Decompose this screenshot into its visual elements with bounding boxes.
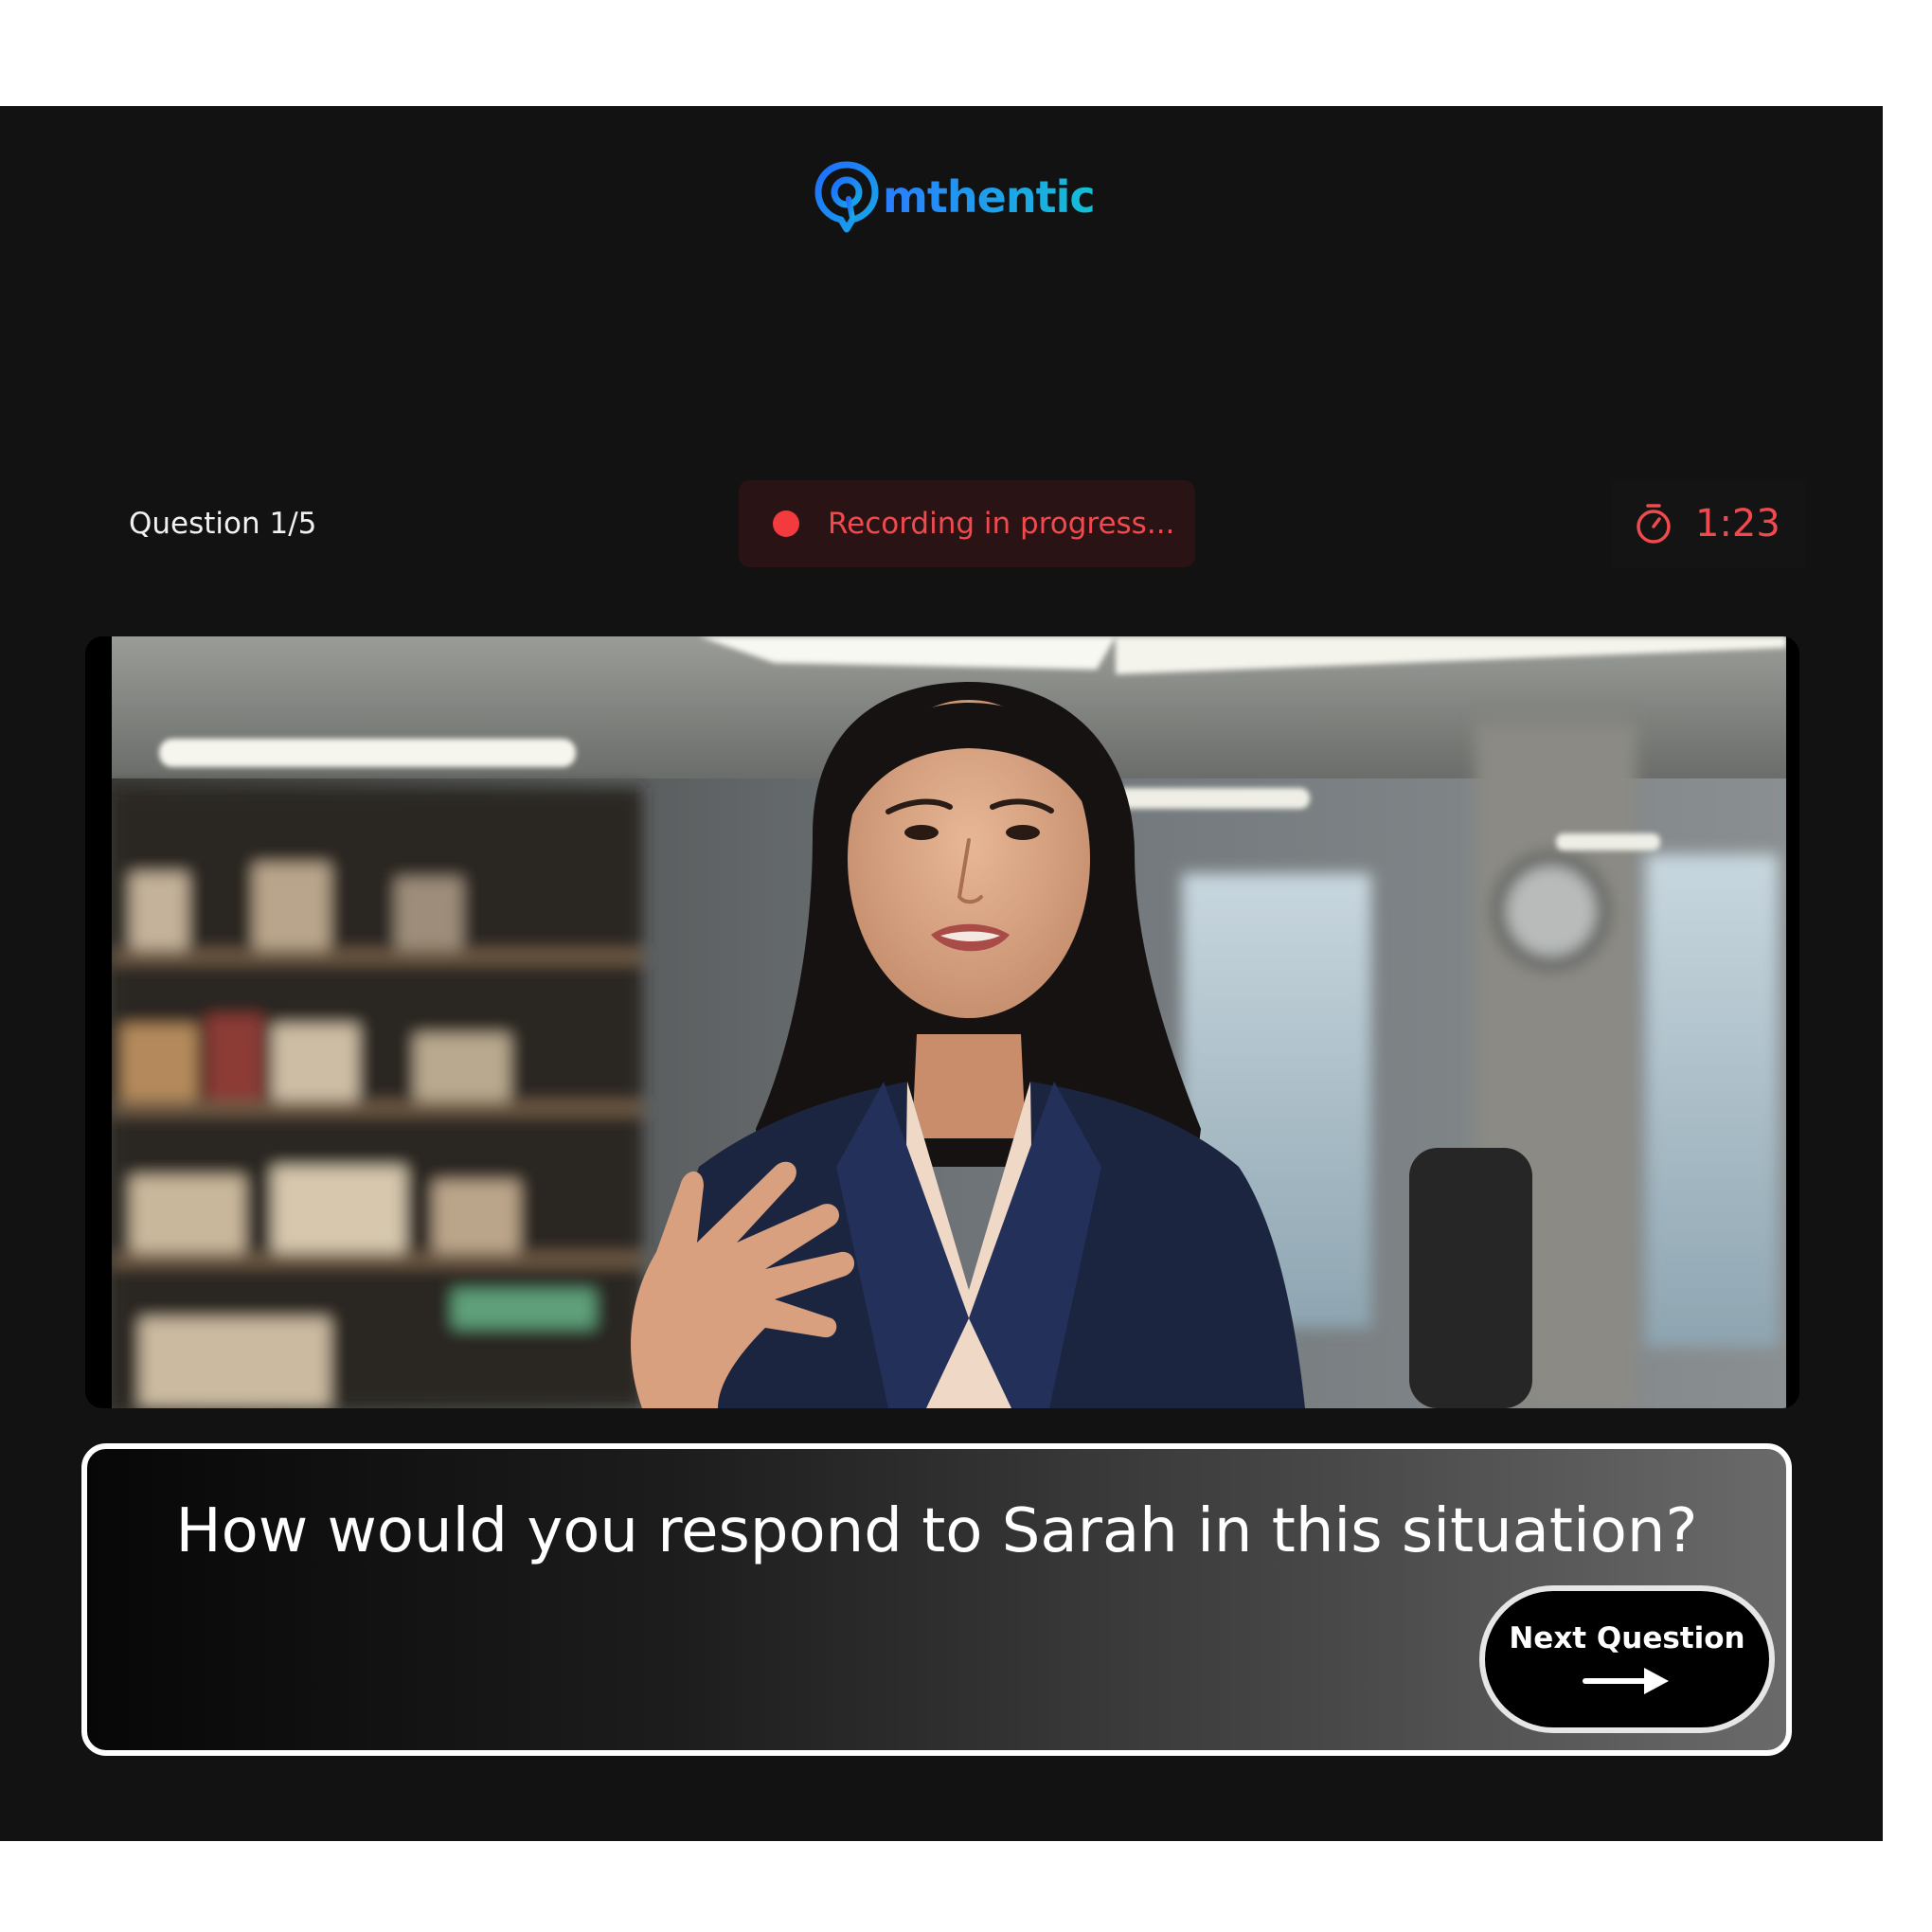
page-canvas: mthentic Question 1/5 Recording in progr… bbox=[0, 0, 1932, 1932]
question-prompt: How would you respond to Sarah in this s… bbox=[175, 1496, 1698, 1566]
next-question-button[interactable]: Next Question bbox=[1479, 1585, 1775, 1733]
video-player[interactable] bbox=[85, 636, 1799, 1408]
countdown-timer: 1:23 bbox=[1612, 480, 1805, 567]
question-card: How would you respond to Sarah in this s… bbox=[81, 1443, 1792, 1756]
recording-indicator: Recording in progress... bbox=[739, 480, 1195, 567]
question-counter: Question 1/5 bbox=[129, 507, 317, 541]
brand-logo: mthentic bbox=[814, 161, 1096, 233]
timer-value: 1:23 bbox=[1695, 502, 1780, 546]
brand-name: mthentic bbox=[883, 171, 1096, 223]
location-pin-logo-icon bbox=[814, 161, 879, 233]
interview-app: mthentic Question 1/5 Recording in progr… bbox=[0, 106, 1883, 1841]
recording-dot-icon bbox=[773, 510, 799, 537]
recording-status-text: Recording in progress... bbox=[828, 506, 1175, 541]
interviewee-video-feed bbox=[112, 636, 1786, 1408]
arrow-right-icon bbox=[1583, 1668, 1669, 1695]
stopwatch-icon bbox=[1637, 504, 1671, 544]
next-question-label: Next Question bbox=[1509, 1620, 1745, 1655]
status-bar: Question 1/5 Recording in progress... 1:… bbox=[0, 480, 1883, 569]
